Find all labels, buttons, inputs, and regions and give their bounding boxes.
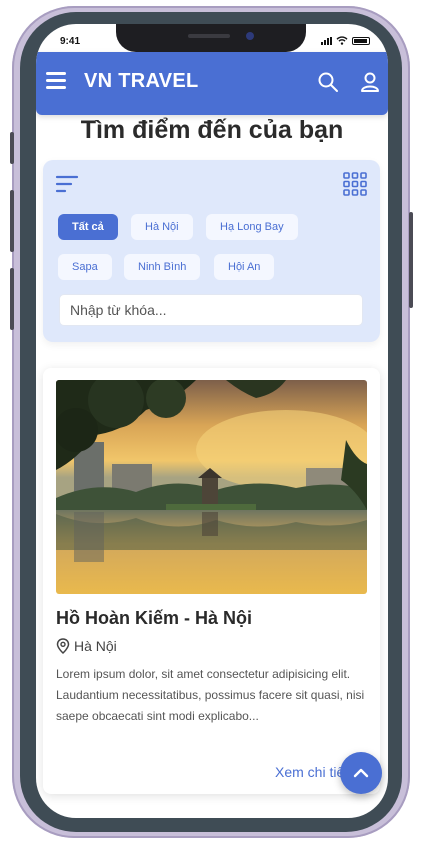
brand-logo-text[interactable]: VN TRAVEL bbox=[84, 70, 199, 93]
chevron-up-icon bbox=[353, 768, 369, 778]
map-pin-icon bbox=[56, 638, 70, 654]
card-location: Hà Nội bbox=[56, 638, 117, 654]
power-button bbox=[409, 212, 413, 308]
phone-screen: 9:41 VN TRAVEL Tìm điểm đến của bạn Tất … bbox=[36, 24, 388, 818]
keyword-search-input[interactable] bbox=[59, 294, 363, 326]
destination-card[interactable]: Hồ Hoàn Kiếm - Hà Nội Hà Nội Lorem ipsum… bbox=[43, 368, 380, 794]
card-location-text: Hà Nội bbox=[74, 638, 117, 654]
card-title[interactable]: Hồ Hoàn Kiếm - Hà Nội bbox=[56, 608, 252, 629]
chip-ha-noi[interactable]: Hà Nội bbox=[131, 214, 193, 240]
filter-panel: Tất cả Hà Nội Hạ Long Bay Sapa Ninh Bình… bbox=[43, 160, 380, 342]
volume-up-button bbox=[10, 190, 14, 252]
chip-hoi-an[interactable]: Hội An bbox=[214, 254, 275, 280]
wifi-icon bbox=[336, 36, 348, 45]
status-icons bbox=[321, 36, 370, 45]
page-title: Tìm điểm đến của bạn bbox=[80, 116, 344, 144]
card-description: Lorem ipsum dolor, sit amet consectetur … bbox=[56, 667, 365, 723]
grid-icon[interactable] bbox=[343, 172, 367, 196]
signal-icon bbox=[321, 36, 332, 45]
chip-ha-long-bay[interactable]: Hạ Long Bay bbox=[206, 214, 298, 240]
front-camera bbox=[246, 32, 254, 40]
app-header: VN TRAVEL bbox=[36, 52, 388, 115]
chip-sapa[interactable]: Sapa bbox=[58, 254, 112, 280]
chip-all[interactable]: Tất cả bbox=[58, 214, 118, 240]
search-icon[interactable] bbox=[316, 70, 340, 94]
volume-down-button bbox=[10, 268, 14, 330]
view-details-link[interactable]: Xem chi tiết bbox=[275, 764, 348, 780]
lake-landscape-image[interactable] bbox=[56, 380, 367, 594]
chip-ninh-binh[interactable]: Ninh Bình bbox=[124, 254, 201, 280]
notch bbox=[116, 24, 306, 52]
scroll-to-top-button[interactable] bbox=[340, 752, 382, 794]
speaker bbox=[188, 34, 230, 38]
menu-icon[interactable] bbox=[46, 72, 66, 90]
status-time: 9:41 bbox=[60, 36, 81, 47]
user-icon[interactable] bbox=[358, 70, 382, 94]
battery-icon bbox=[352, 36, 370, 45]
mute-switch bbox=[10, 132, 14, 164]
filter-lines-icon[interactable] bbox=[55, 172, 79, 196]
